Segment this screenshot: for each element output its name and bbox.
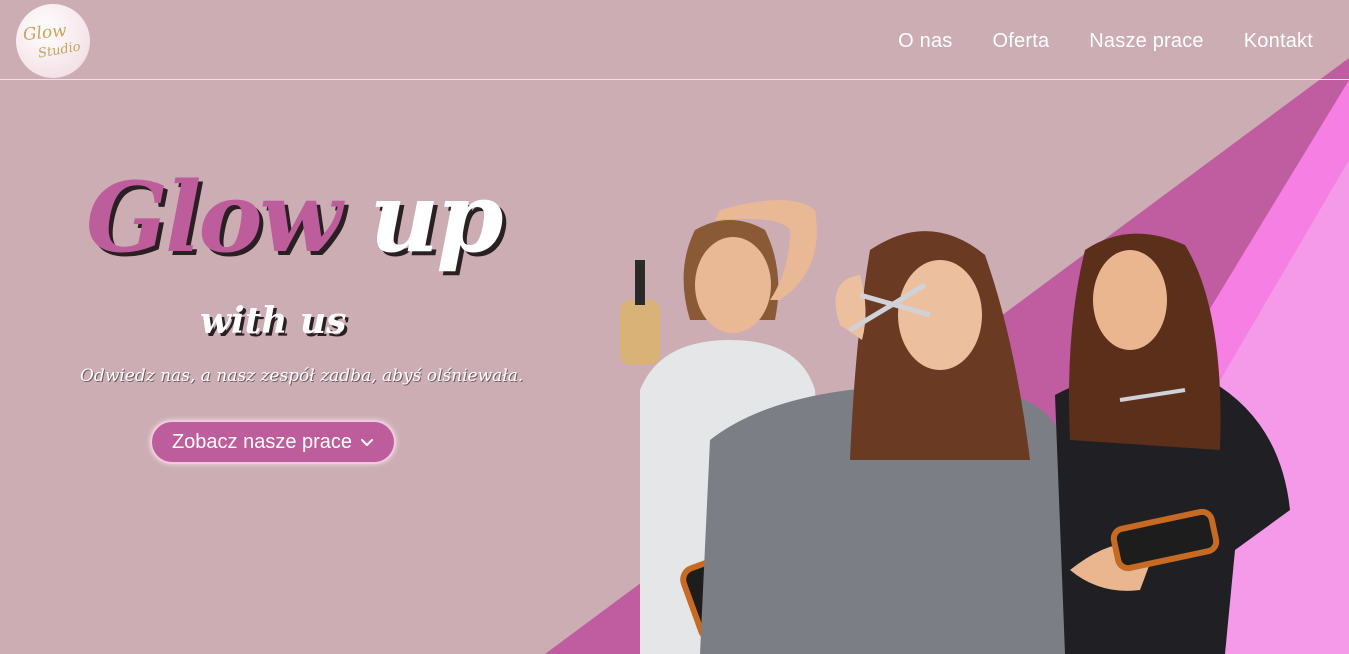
hero-tagline: Odwiedz nas, a nasz zespół zadba, abyś o… xyxy=(80,366,524,386)
hero-title-up: up xyxy=(369,161,504,274)
nav-item-oferta[interactable]: Oferta xyxy=(993,30,1050,53)
chevron-down-icon xyxy=(361,439,374,446)
nav-item-kontakt[interactable]: Kontakt xyxy=(1244,30,1313,53)
hero-subtitle: with us xyxy=(200,300,347,342)
nav-item-o-nas[interactable]: O nas xyxy=(898,30,952,53)
hero-title-glow: Glow xyxy=(86,161,342,274)
site-header: Glow Studio O nas Oferta Nasze prace Kon… xyxy=(0,0,1349,80)
stylists-photo xyxy=(620,200,1290,654)
logo-text: Glow Studio xyxy=(16,4,90,78)
logo-line2: Studio xyxy=(36,39,82,62)
see-our-work-button[interactable]: Zobacz nasze prace xyxy=(150,420,396,464)
stylist-right xyxy=(1055,233,1290,654)
page: Glow Studio O nas Oferta Nasze prace Kon… xyxy=(0,0,1349,654)
logo[interactable]: Glow Studio xyxy=(16,4,90,78)
nav-item-nasze-prace[interactable]: Nasze prace xyxy=(1089,30,1203,53)
hero-title: Glow up xyxy=(86,170,503,266)
main-nav: O nas Oferta Nasze prace Kontakt xyxy=(898,30,1313,53)
logo-line1: Glow xyxy=(22,20,68,46)
cta-label: Zobacz nasze prace xyxy=(171,430,353,453)
